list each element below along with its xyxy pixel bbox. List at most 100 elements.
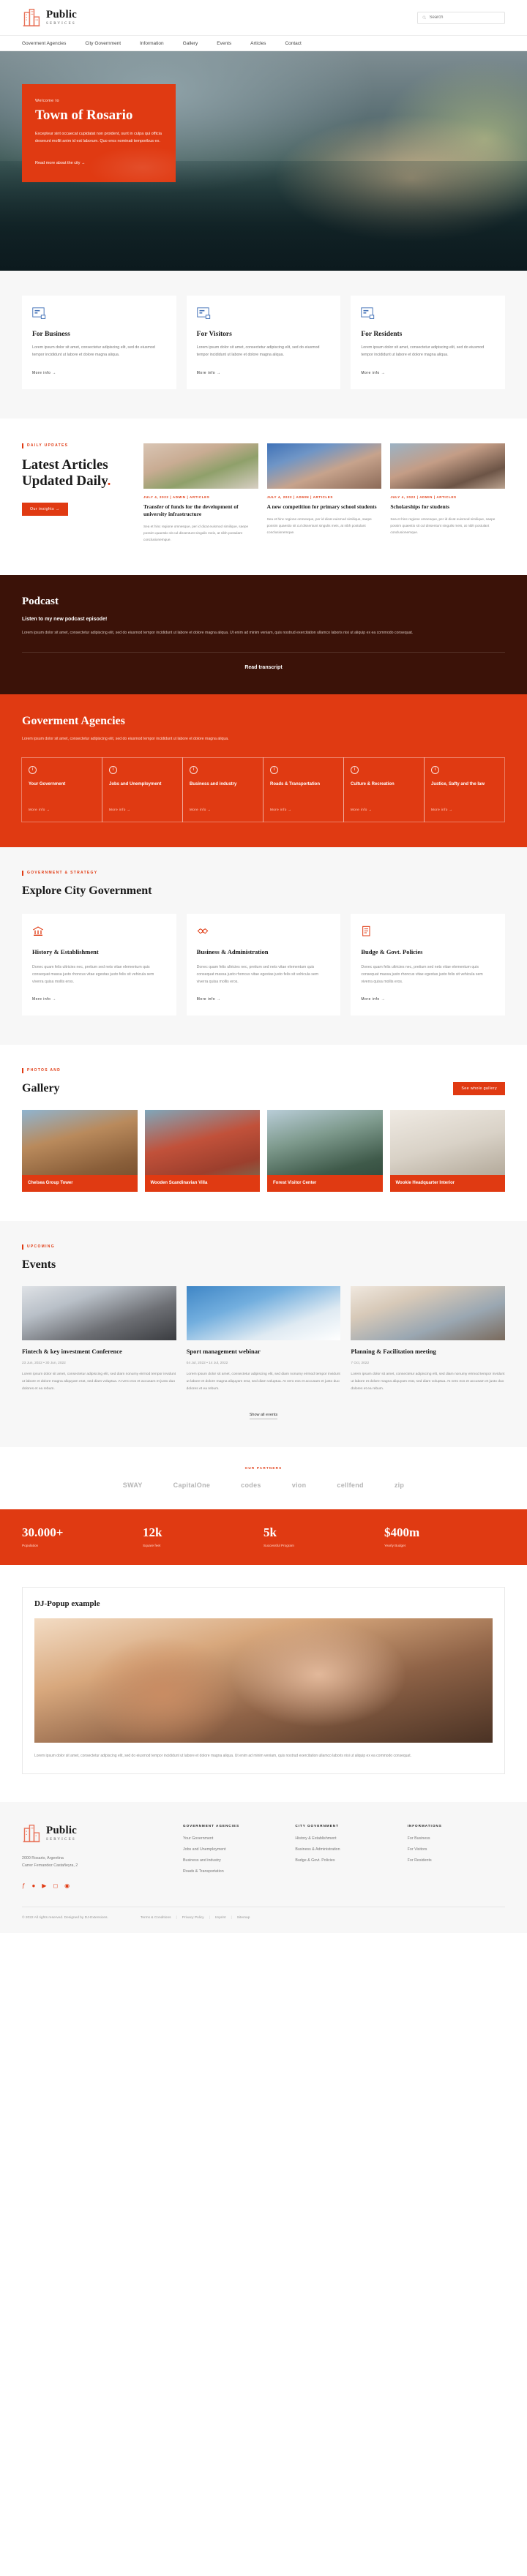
footer-legal-sitemap[interactable]: Sitemap [237,1916,250,1920]
event-title: Sport management webinar [186,1347,261,1355]
handshake-icon [197,928,209,934]
footer-link[interactable]: Jobs and Unemployment [183,1847,280,1852]
agency-tile-more-link[interactable]: More info → [190,808,211,811]
nav-item-goverment-agencies[interactable]: Goverment Agencies [22,41,66,46]
nav-item-events[interactable]: Events [217,41,231,46]
footer-column-title: CITY GOVERNMENT [295,1823,339,1828]
footer-link[interactable]: For Business [408,1836,505,1841]
gallery-section: PHOTOS AND Gallery See whole gallery Che… [0,1044,527,1221]
see-whole-gallery-button[interactable]: See whole gallery [453,1081,505,1095]
footer-link[interactable]: History & Establishment [295,1836,392,1841]
nav-item-contact[interactable]: Contact [285,41,301,46]
info-card-text: Lorem ipsum dolor sit amet, consectetur … [361,345,485,358]
twitter-icon[interactable]: ● [31,1883,35,1889]
event-meta: 04 Jul, 2022 • 14 Jul, 2022 [186,1362,228,1366]
info-card-more-link[interactable]: More info → [197,371,221,375]
article-card[interactable]: JULY 4, 2022 | ADMIN | ARTICLES Scholars… [390,443,506,544]
search-box[interactable] [417,11,505,24]
show-all-events-link[interactable]: Show all events [249,1413,278,1420]
agency-tile-title: Roads & Transportation [270,781,321,786]
youtube-icon[interactable]: ▶ [42,1883,46,1889]
info-card-for-residents[interactable]: For Residents Lorem ipsum dolor sit amet… [351,296,506,389]
agency-tile-business-and-industry[interactable]: i Business and industry More info → [182,756,264,822]
agency-tile-more-link[interactable]: More info → [270,808,291,811]
nav-item-city-government[interactable]: City Government [85,41,121,46]
info-card-more-link[interactable]: More info → [361,371,385,375]
facebook-icon[interactable]: ƒ [22,1883,25,1889]
footer-legal-imprint[interactable]: Imprint [215,1916,226,1920]
hero-read-more-link[interactable]: Read more about the city → [35,161,85,165]
nav-item-articles[interactable]: Articles [250,41,266,46]
footer-link[interactable]: For Visitors [408,1847,505,1852]
article-title: A new competition for primary school stu… [266,503,377,510]
policy-icon [362,925,370,936]
info-card-text: Lorem ipsum dolor sit amet, consectetur … [32,345,155,358]
footer-link[interactable]: Budge & Govt. Policies [295,1858,392,1863]
gallery-item-title: Chelsea Group Tower [28,1180,73,1185]
article-image [143,443,258,489]
footer-link[interactable]: Roads & Transportation [183,1869,280,1874]
bank-icon [33,926,43,936]
footer-link[interactable]: Your Government [183,1836,280,1841]
nav-item-information[interactable]: Information [140,41,164,46]
explore-card-more-link[interactable]: More info → [32,997,56,1002]
event-card[interactable]: Sport management webinar 04 Jul, 2022 • … [186,1285,341,1392]
nav-item-gallery[interactable]: Gallery [183,41,198,46]
partner-logo-sway: SWAY [122,1482,143,1490]
agency-tile-culture-recreation[interactable]: i Culture & Recreation More info → [343,756,425,822]
read-transcript-link[interactable]: Read transcript [244,665,282,670]
explore-card-budget[interactable]: Budge & Govt. Policies Donec quam felis … [351,913,506,1015]
agency-tile-justice-safety-law[interactable]: i Justice, Safty and the law More info → [424,756,505,822]
gallery-item[interactable]: Forest Visitor Center [267,1109,383,1192]
hero-title: Town of Rosario [35,108,133,123]
explore-card-business[interactable]: Business & Administration Donec quam fel… [186,913,341,1015]
agency-tile-more-link[interactable]: More info → [431,808,452,811]
articles-heading: Latest Articles Updated Daily. [22,457,132,490]
explore-card-history[interactable]: History & Establishment Donec quam felis… [22,913,176,1015]
podcast-subtitle: Listen to my new podcast episode! [22,617,108,623]
stat-square-feet: 12k Square feet [143,1525,264,1547]
gallery-item[interactable]: Wookie Headquarter Interior [389,1109,505,1192]
info-card-more-link[interactable]: More info → [32,371,56,375]
article-card[interactable]: JULY 4, 2022 | ADMIN | ARTICLES Transfer… [143,443,258,544]
footer-legal-links: Terms & Conditions | Privacy Policy | Impr… [140,1916,250,1920]
agency-tile-more-link[interactable]: More info → [109,808,130,811]
agency-tile-your-government[interactable]: i Your Government More info → [21,756,102,822]
footer-brand-logo[interactable]: Public SERVICES [22,1824,168,1843]
agency-tile-title: Jobs and Unemployment [109,781,162,786]
gallery-item[interactable]: Wooden Scandinavian Villa [144,1109,260,1192]
stat-label: Population [22,1544,39,1548]
explore-card-more-link[interactable]: More info → [361,997,385,1002]
partner-logo-cellfend: cellfend [337,1482,364,1490]
agency-tile-title: Your Government [29,781,66,786]
footer-legal-privacy[interactable]: Privacy Policy [182,1916,204,1920]
explore-card-more-link[interactable]: More info → [197,997,221,1002]
events-title: Events [22,1258,56,1271]
agency-tile-more-link[interactable]: More info → [351,808,372,811]
event-card[interactable]: Planning & Facilitation meeting 7 Oct, 2… [351,1285,506,1392]
agency-tile-roads-transportation[interactable]: i Roads & Transportation More info → [263,756,344,822]
agency-tile-jobs-and-unemployment[interactable]: i Jobs and Unemployment More info → [102,756,183,822]
footer-link[interactable]: Business and industry [183,1858,280,1863]
info-card-for-visitors[interactable]: For Visitors Lorem ipsum dolor sit amet,… [186,296,341,389]
info-card-text: Lorem ipsum dolor sit amet, consectetur … [196,345,320,358]
footer-legal-terms[interactable]: Terms & Conditions [141,1916,171,1920]
instagram-icon[interactable]: ◻ [53,1883,58,1889]
article-card[interactable]: JULY 4, 2022 | ADMIN | ARTICLES A new co… [266,443,382,544]
info-card-for-business[interactable]: For Business Lorem ipsum dolor sit amet,… [22,296,176,389]
footer-column-informations: INFORMATIONS For Business For Visitors F… [408,1824,505,1889]
info-card-title: For Visitors [196,331,232,338]
footer-link[interactable]: For Residents [408,1858,505,1863]
gallery-title: Gallery [22,1081,60,1094]
brand-logo[interactable]: Public SERVICES [22,8,77,27]
event-card[interactable]: Fintech & key investment Conference 23 J… [22,1285,176,1392]
article-image [266,443,382,489]
agency-tile-more-link[interactable]: More info → [29,808,50,811]
dribbble-icon[interactable]: ◉ [64,1883,70,1889]
event-image [22,1285,176,1340]
podcast-title: Podcast [22,596,59,608]
footer-link[interactable]: Business & Administration [295,1847,392,1852]
our-insights-button[interactable]: Our insights → [22,503,68,517]
search-input[interactable] [429,15,500,20]
gallery-item[interactable]: Chelsea Group Tower [22,1109,138,1192]
